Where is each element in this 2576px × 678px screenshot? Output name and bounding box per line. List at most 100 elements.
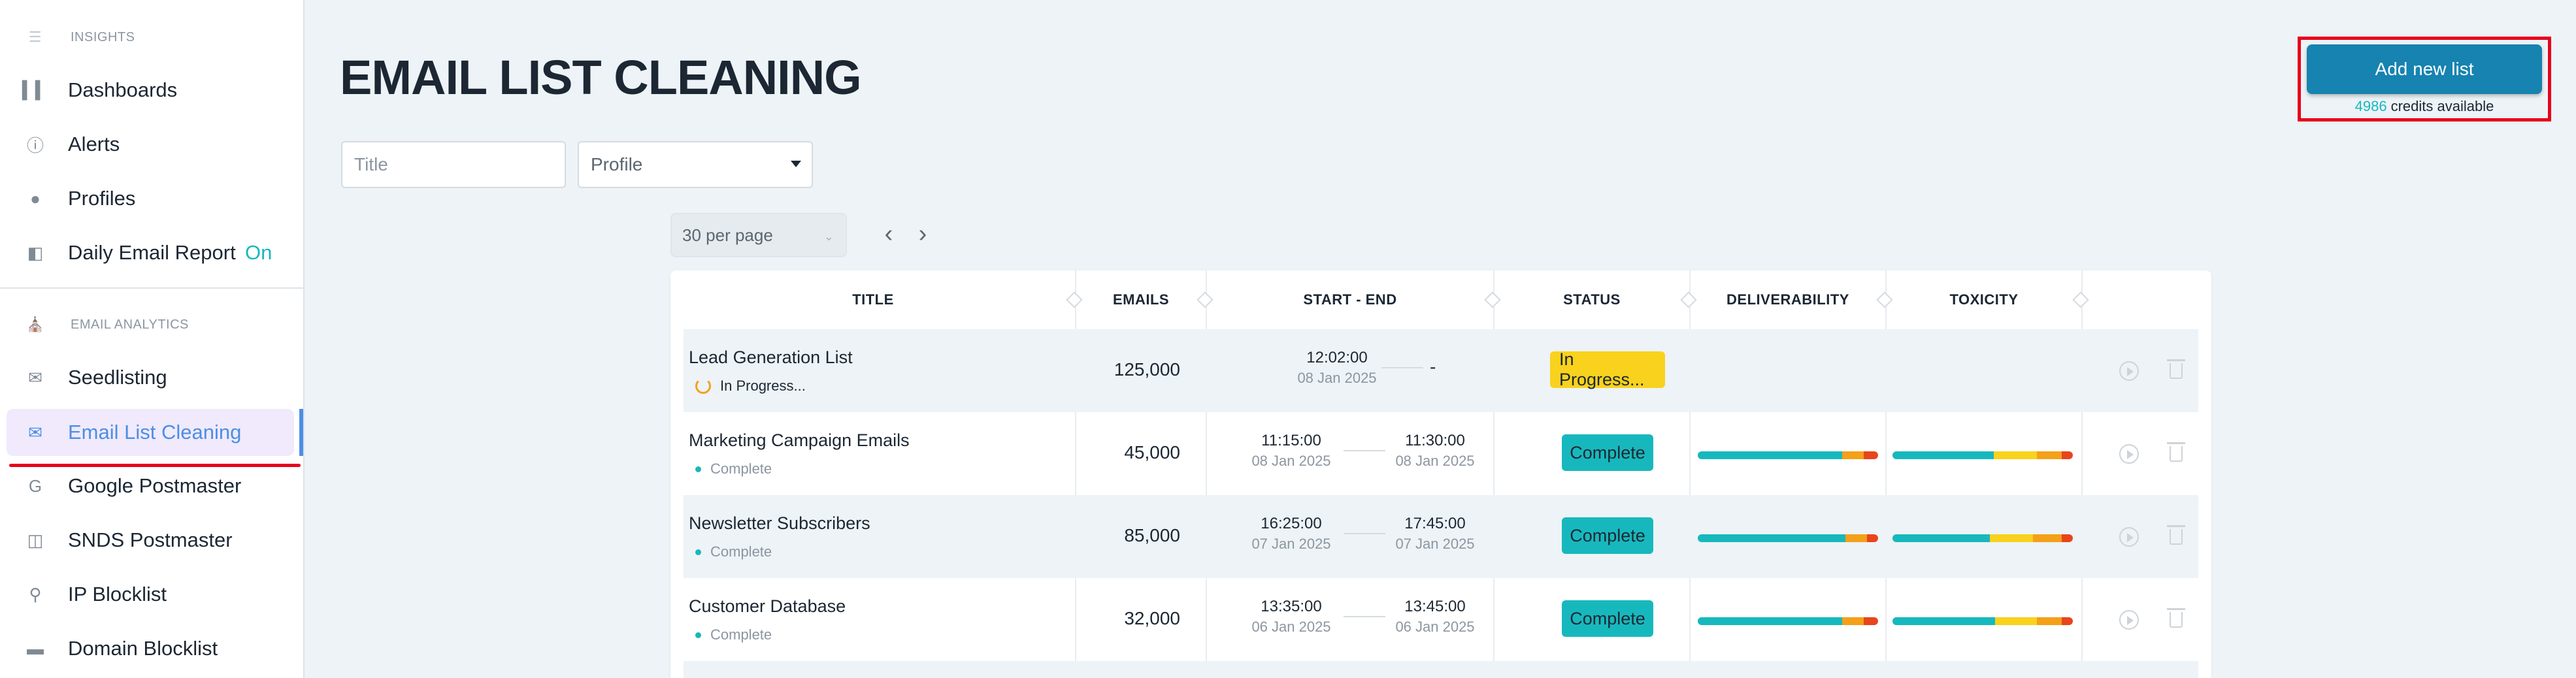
sidebar-item-label: IP Blocklist	[68, 583, 167, 605]
add-new-list-button[interactable]: Add new list	[2307, 44, 2542, 94]
header-title[interactable]: TITLE	[670, 270, 1076, 329]
caret-down-icon	[791, 161, 801, 167]
play-icon[interactable]	[2119, 609, 2139, 630]
end-time-value: 13:45:00	[1404, 598, 1466, 615]
trash-icon[interactable]	[2166, 359, 2187, 381]
start-date-value: 07 Jan 2025	[1251, 536, 1331, 552]
start-time: 16:25:00 07 Jan 2025	[1246, 515, 1337, 553]
start-time-value: 16:25:00	[1261, 515, 1322, 532]
time-separator	[1344, 450, 1385, 451]
trash-icon[interactable]	[2166, 525, 2187, 547]
end-date-value: 07 Jan 2025	[1395, 536, 1475, 552]
loading-spinner-icon	[695, 378, 711, 394]
row-title[interactable]: Customer Database	[689, 596, 846, 617]
sidebar-item-seedlisting[interactable]: ✉ Seedlisting	[7, 354, 294, 401]
deliverability-bar	[1698, 451, 1878, 459]
sidebar-item-ip-blocklist[interactable]: ⚲ IP Blocklist	[7, 571, 294, 618]
table-row[interactable]	[684, 661, 2198, 678]
profile-filter-value: Profile	[591, 154, 643, 174]
credits-available: 4986 credits available	[2298, 98, 2551, 115]
row-substatus-text: Complete	[710, 543, 772, 560]
row-substatus: Complete	[695, 626, 772, 643]
domain-icon: ▬	[27, 638, 44, 658]
sidebar-item-alerts[interactable]: ⓘ Alerts	[7, 121, 294, 168]
sidebar-item-snds-postmaster[interactable]: ◫ SNDS Postmaster	[7, 517, 294, 564]
header-emails[interactable]: EMAILS	[1076, 270, 1206, 329]
bar-chart-icon: ▍▍	[22, 80, 48, 100]
sidebar-item-label: Daily Email Report	[68, 241, 236, 264]
sidebar-item-label: Profiles	[68, 187, 136, 210]
per-page-select[interactable]: 30 per page ⌄	[670, 213, 847, 257]
envelope-icon: ✉	[28, 422, 42, 442]
time-separator	[1344, 616, 1385, 617]
sidebar-item-google-postmaster[interactable]: G Google Postmaster	[7, 462, 294, 509]
sidebar-item-label: Alerts	[68, 133, 120, 155]
row-title[interactable]: Newsletter Subscribers	[689, 513, 870, 534]
status-badge: Complete	[1562, 600, 1653, 637]
row-substatus: Complete	[695, 543, 772, 560]
play-icon[interactable]	[2119, 444, 2139, 464]
deliverability-bar	[1698, 617, 1878, 625]
sidebar-item-label: Domain Blocklist	[68, 637, 218, 660]
table-row[interactable]: Marketing Campaign Emails Complete 45,00…	[684, 412, 2198, 495]
row-substatus-text: In Progress...	[720, 378, 806, 394]
sidebar-item-daily-email-report[interactable]: ◧ Daily Email Report On	[7, 229, 294, 276]
lists-table: TITLE EMAILS START - END STATUS DELIVERA…	[670, 270, 2211, 678]
row-emails: 32,000	[1124, 608, 1180, 628]
prev-page-icon[interactable]: ‹	[876, 219, 902, 248]
sidebar-item-label: Seedlisting	[68, 366, 167, 389]
status-dot-icon	[695, 549, 701, 555]
end-time-value: -	[1430, 357, 1436, 377]
sidebar-item-label: Dashboards	[68, 78, 178, 101]
sidebar-item-domain-blocklist[interactable]: ▬ Domain Blocklist	[7, 625, 294, 672]
header-start-end[interactable]: START - END	[1206, 270, 1494, 329]
info-icon: ⓘ	[26, 135, 44, 155]
sidebar-item-profiles[interactable]: ● Profiles	[7, 175, 294, 222]
end-time: 13:45:00 06 Jan 2025	[1389, 598, 1481, 636]
time-separator	[1344, 533, 1385, 534]
sidebar-item-label: Google Postmaster	[68, 474, 242, 497]
end-time-value: 17:45:00	[1404, 515, 1466, 532]
daily-report-status[interactable]: On	[245, 241, 272, 265]
table-row[interactable]: Customer Database Complete 32,000 13:35:…	[684, 578, 2198, 661]
status-dot-icon	[695, 632, 701, 638]
next-page-icon[interactable]: ›	[910, 219, 936, 248]
table-row[interactable]: Newsletter Subscribers Complete 85,000 1…	[684, 495, 2198, 578]
header-status[interactable]: STATUS	[1494, 270, 1690, 329]
toxicity-bar	[1892, 617, 2073, 625]
header-toxicity[interactable]: TOXICITY	[1886, 270, 2082, 329]
sidebar-item-email-list-cleaning[interactable]: ✉ Email List Cleaning	[7, 409, 294, 456]
time-separator	[1381, 367, 1423, 368]
sidebar-item-dashboards[interactable]: ▍▍ Dashboards	[7, 67, 294, 114]
row-substatus-text: Complete	[710, 460, 772, 477]
status-dot-icon	[695, 466, 701, 472]
row-title[interactable]: Lead Generation List	[689, 347, 853, 368]
toxicity-bar	[1892, 451, 2073, 459]
location-pin-icon: ⚲	[29, 584, 42, 604]
status-badge: Complete	[1562, 434, 1653, 471]
row-emails: 125,000	[1114, 359, 1180, 379]
menu-toggle-icon[interactable]: ☰	[27, 29, 43, 45]
section-email-analytics-label: EMAIL ANALYTICS	[71, 317, 189, 332]
play-icon[interactable]	[2119, 526, 2139, 547]
title-filter-input[interactable]	[341, 141, 566, 188]
end-date-value: 06 Jan 2025	[1395, 619, 1475, 635]
row-emails: 45,000	[1124, 442, 1180, 462]
status-badge: In Progress...	[1550, 349, 1665, 389]
end-date-value: 08 Jan 2025	[1395, 453, 1475, 469]
play-icon[interactable]	[2119, 361, 2139, 381]
end-time: 11:30:00 08 Jan 2025	[1389, 432, 1481, 470]
envelope-icon: ✉	[28, 367, 42, 387]
trash-icon[interactable]	[2166, 608, 2187, 630]
table-row[interactable]: Lead Generation List In Progress... 125,…	[684, 329, 2198, 412]
header-deliverability[interactable]: DELIVERABILITY	[1690, 270, 1886, 329]
page-title: EMAIL LIST CLEANING	[340, 50, 862, 105]
end-time-value: 11:30:00	[1405, 432, 1465, 449]
trash-icon[interactable]	[2166, 442, 2187, 464]
sidebar-divider	[0, 287, 305, 289]
end-time: 17:45:00 07 Jan 2025	[1389, 515, 1481, 553]
profile-filter-select[interactable]: Profile	[578, 141, 813, 188]
row-substatus: Complete	[695, 460, 772, 477]
row-title[interactable]: Marketing Campaign Emails	[689, 430, 910, 451]
start-time-value: 12:02:00	[1306, 349, 1368, 366]
